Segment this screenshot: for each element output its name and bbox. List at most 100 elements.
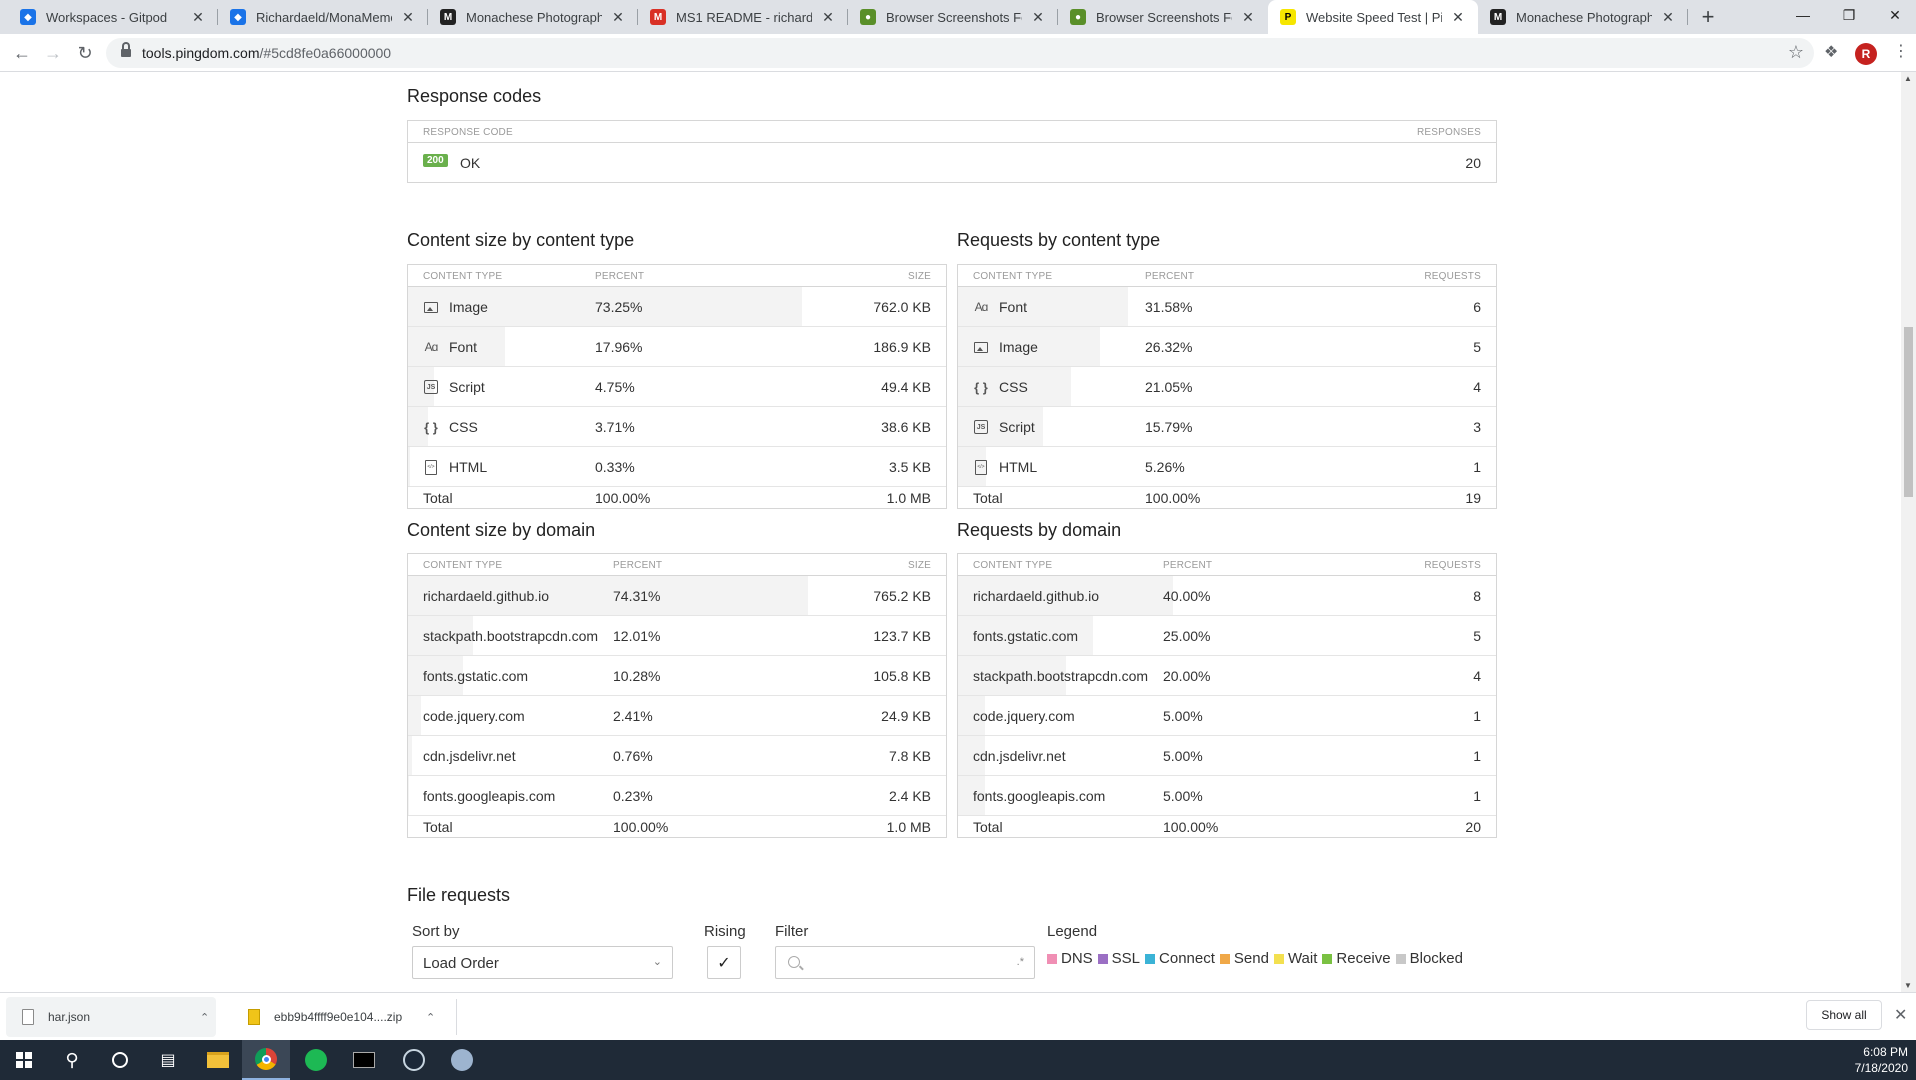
- reload-icon[interactable]: ↻: [73, 41, 97, 65]
- tab-favicon-icon: M: [440, 9, 456, 25]
- percent-bar: [408, 696, 421, 735]
- regex-toggle-icon[interactable]: .*: [1017, 956, 1024, 968]
- spotify-icon[interactable]: [292, 1040, 340, 1080]
- column-header: CONTENT TYPE: [423, 271, 503, 282]
- legend-label: Legend: [1047, 923, 1098, 940]
- percent-value: 3.71%: [595, 419, 635, 435]
- cortana-icon[interactable]: [96, 1040, 144, 1080]
- download-item[interactable]: ebb9b4ffff9e0e104....zip ⌃: [232, 997, 454, 1037]
- browser-menu-icon[interactable]: ⋮: [1893, 41, 1909, 61]
- script-icon: JS: [423, 379, 439, 395]
- restore-button[interactable]: ❐: [1826, 0, 1872, 30]
- status-code-badge: 200: [423, 154, 448, 167]
- percent-value: 17.96%: [595, 339, 643, 355]
- total-percent: 100.00%: [1145, 490, 1201, 506]
- start-button[interactable]: [0, 1040, 48, 1080]
- tab-close-icon[interactable]: ✕: [1450, 9, 1466, 26]
- percent-value: 74.31%: [613, 588, 661, 604]
- forward-arrow-icon[interactable]: →: [41, 41, 65, 65]
- tab-close-icon[interactable]: ✕: [610, 9, 626, 26]
- chevron-up-icon[interactable]: ⌃: [200, 1011, 209, 1024]
- search-icon: [788, 956, 800, 968]
- domain-name: stackpath.bootstrapcdn.com: [973, 668, 1149, 684]
- system-clock[interactable]: 6:08 PM 7/18/2020: [1855, 1044, 1908, 1076]
- terminal-icon[interactable]: [340, 1040, 388, 1080]
- browser-tab[interactable]: M Monachese Photography ✕: [428, 0, 638, 34]
- search-icon[interactable]: ⚲: [48, 1040, 96, 1080]
- scroll-up-arrow-icon[interactable]: ▲: [1904, 74, 1912, 83]
- profile-avatar[interactable]: R: [1855, 43, 1877, 65]
- browser-tab[interactable]: ● Browser Screenshots For Qu ✕: [1058, 0, 1268, 34]
- app-icon[interactable]: [438, 1040, 486, 1080]
- legend-item: SSL: [1097, 950, 1140, 967]
- sort-by-select[interactable]: Load Order ⌄: [412, 946, 673, 979]
- browser-toolbar: ← → ↻ tools.pingdom.com/#5cd8fe0a6600000…: [0, 34, 1916, 72]
- steam-icon[interactable]: [390, 1040, 438, 1080]
- browser-tab[interactable]: ◆ Richardaeld/MonaMemorabl ✕: [218, 0, 428, 34]
- total-label: Total: [423, 819, 453, 835]
- new-tab-plus-icon[interactable]: +: [1692, 0, 1724, 34]
- legend-label: DNS: [1061, 950, 1093, 967]
- domain-name: richardaeld.github.io: [973, 588, 1100, 604]
- chrome-icon[interactable]: [242, 1040, 290, 1080]
- scrollbar-thumb[interactable]: [1904, 327, 1913, 497]
- content-type-name: Image: [449, 299, 488, 315]
- content-type-name: Font: [449, 339, 478, 355]
- window-close-button[interactable]: ✕: [1872, 0, 1916, 30]
- row-value: 186.9 KB: [873, 339, 931, 355]
- browser-tab[interactable]: ◆ Workspaces - Gitpod ✕: [8, 0, 218, 34]
- tab-title: Workspaces - Gitpod: [46, 9, 168, 25]
- table-header: CONTENT TYPE PERCENT SIZE: [408, 265, 946, 287]
- font-icon: Aɑ: [974, 300, 989, 314]
- close-shelf-icon[interactable]: ✕: [1894, 1005, 1907, 1025]
- browser-tab[interactable]: P Website Speed Test | Pingdo ✕: [1268, 0, 1478, 34]
- content-type-name: Image: [999, 339, 1038, 355]
- requests-by-domain-table: CONTENT TYPE PERCENT REQUESTS richardaeld.g…: [957, 553, 1497, 838]
- filter-input[interactable]: .*: [775, 946, 1035, 979]
- tab-favicon-icon: M: [1490, 9, 1506, 25]
- sort-by-label: Sort by: [412, 923, 460, 940]
- bookmark-star-icon[interactable]: ☆: [1788, 42, 1804, 63]
- back-arrow-icon[interactable]: ←: [10, 41, 34, 65]
- extensions-puzzle-icon[interactable]: ❖: [1824, 42, 1838, 62]
- legend-swatch: [1047, 953, 1057, 964]
- rising-checkbox[interactable]: ✓: [707, 946, 741, 979]
- tab-title: Monachese Photography: [466, 9, 602, 25]
- browser-tab[interactable]: M Monachese Photography ✕: [1478, 0, 1688, 34]
- tab-close-icon[interactable]: ✕: [190, 9, 206, 26]
- scroll-down-arrow-icon[interactable]: ▼: [1904, 981, 1912, 990]
- tab-close-icon[interactable]: ✕: [1240, 9, 1256, 26]
- row-value: 6: [1473, 299, 1481, 315]
- task-view-icon[interactable]: ▤: [144, 1040, 192, 1080]
- browser-tab[interactable]: ● Browser Screenshots For Qu ✕: [848, 0, 1058, 34]
- minimize-button[interactable]: —: [1780, 0, 1826, 30]
- percent-value: 25.00%: [1163, 628, 1211, 644]
- percent-value: 4.75%: [595, 379, 635, 395]
- page-scrollbar[interactable]: ▲ ▼: [1901, 72, 1916, 992]
- image-icon: [423, 299, 439, 315]
- tab-close-icon[interactable]: ✕: [400, 9, 416, 26]
- download-item[interactable]: har.json ⌃: [6, 997, 216, 1037]
- tab-close-icon[interactable]: ✕: [820, 9, 836, 26]
- clock-date: 7/18/2020: [1854, 1061, 1908, 1075]
- tab-title: Website Speed Test | Pingdo: [1306, 9, 1442, 25]
- file-icon: [22, 1009, 34, 1025]
- domain-name: cdn.jsdelivr.net: [423, 748, 516, 764]
- tab-title: Monachese Photography: [1516, 9, 1652, 25]
- row-value: 1: [1473, 708, 1481, 724]
- row-value: 4: [1473, 668, 1481, 684]
- tab-close-icon[interactable]: ✕: [1660, 9, 1676, 26]
- tab-close-icon[interactable]: ✕: [1030, 9, 1046, 26]
- tab-title: MS1 README - richardaeld: [676, 9, 812, 25]
- browser-tab[interactable]: M MS1 README - richardaeld ✕: [638, 0, 848, 34]
- show-all-downloads-button[interactable]: Show all: [1806, 1000, 1882, 1030]
- percent-value: 21.05%: [1145, 379, 1193, 395]
- percent-value: 5.26%: [1145, 459, 1185, 475]
- chevron-up-icon[interactable]: ⌃: [426, 1011, 435, 1024]
- file-explorer-icon[interactable]: [194, 1040, 242, 1080]
- address-bar[interactable]: tools.pingdom.com/#5cd8fe0a66000000 ☆: [106, 38, 1814, 68]
- timing-legend: DNS SSL Connect Send Wait Receive Blocked: [1047, 950, 1468, 967]
- table-header: CONTENT TYPE PERCENT SIZE: [408, 554, 946, 576]
- content-size-by-type-table: CONTENT TYPE PERCENT SIZE Image 73.25% 762.0 …: [407, 264, 947, 509]
- table-row: { } CSS 3.71% 38.6 KB: [408, 407, 946, 447]
